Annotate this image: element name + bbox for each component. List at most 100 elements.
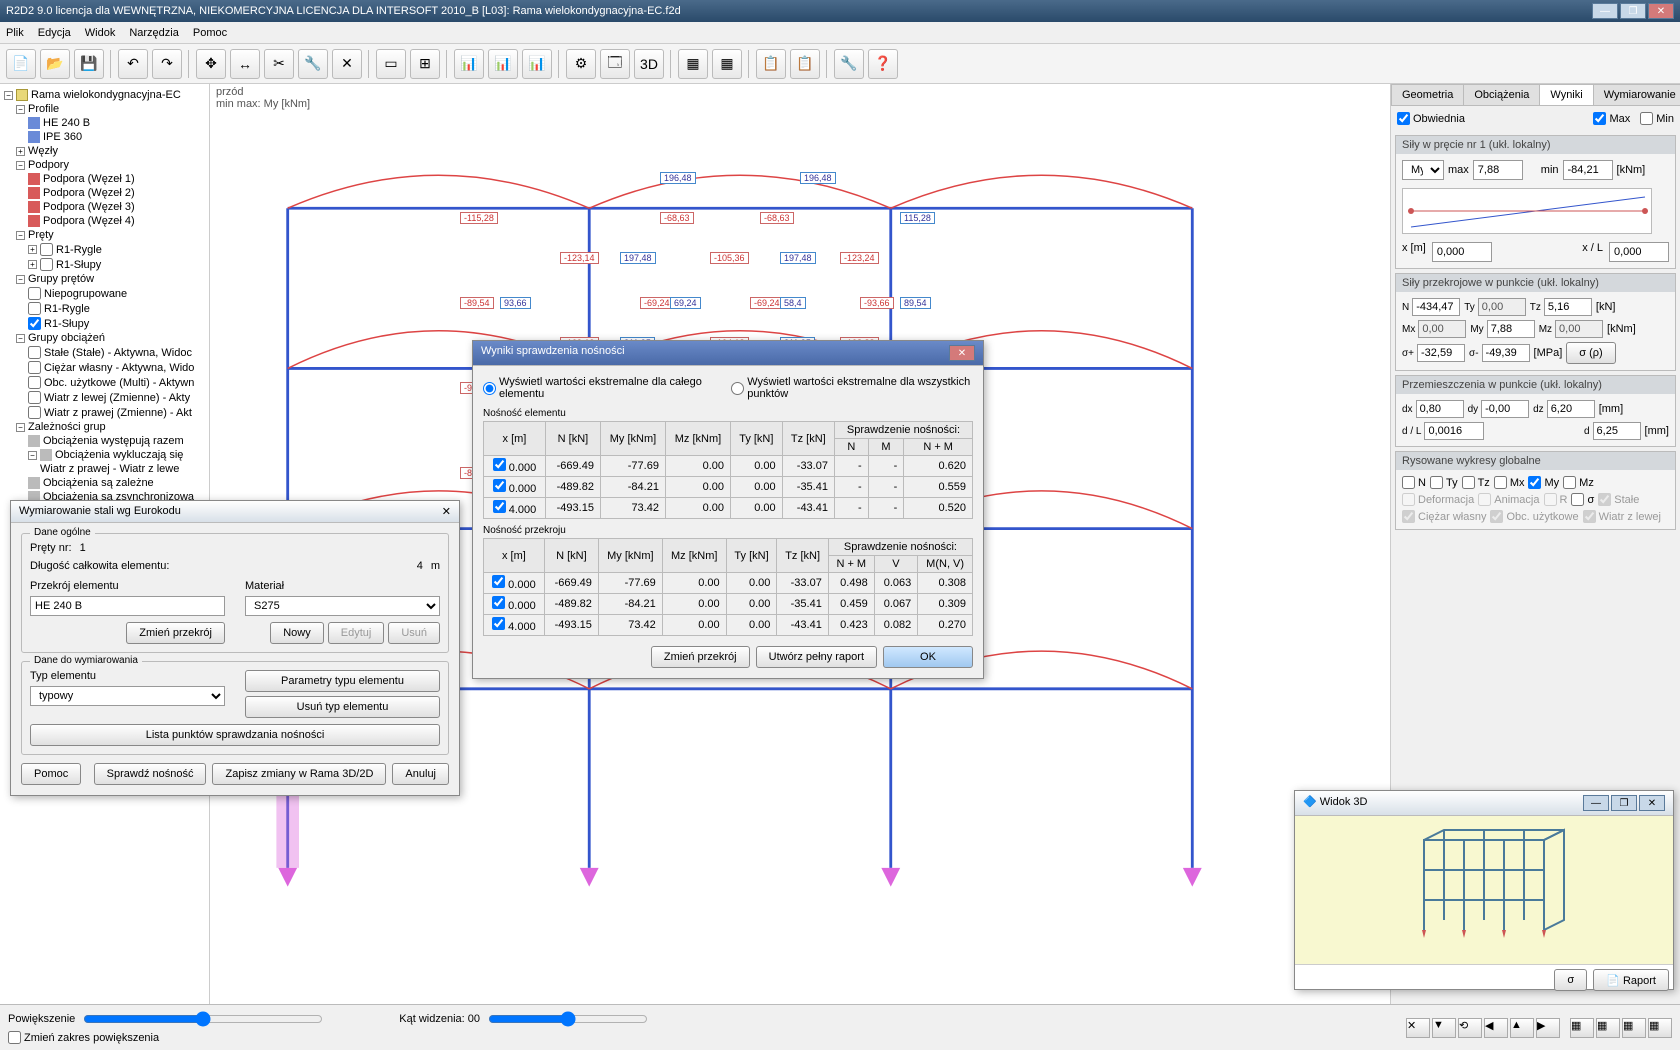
tree-checkbox[interactable] xyxy=(28,391,41,404)
tool-chart1-icon[interactable]: 📊 xyxy=(454,49,484,79)
view-button[interactable]: ▦ xyxy=(1622,1018,1646,1038)
expand-icon[interactable]: − xyxy=(16,423,25,432)
menu-file[interactable]: Plik xyxy=(6,27,24,39)
radio-element-extremes[interactable] xyxy=(483,382,496,395)
tool-redo-icon[interactable]: ↷ xyxy=(152,49,182,79)
material-select[interactable]: S275 xyxy=(245,596,440,616)
maximize-button[interactable]: ❐ xyxy=(1620,3,1646,19)
row-checkbox[interactable] xyxy=(492,575,505,588)
nav-button[interactable]: ◀ xyxy=(1484,1018,1508,1038)
expand-icon[interactable]: − xyxy=(28,451,37,460)
tree-profile[interactable]: Profile xyxy=(28,103,59,115)
save-changes-button[interactable]: Zapisz zmiany w Rama 3D/2D xyxy=(212,763,386,785)
x-field[interactable] xyxy=(1432,242,1492,262)
dL-field[interactable] xyxy=(1424,422,1484,440)
tree-checkbox[interactable] xyxy=(28,287,41,300)
menu-view[interactable]: Widok xyxy=(85,27,116,39)
min-value[interactable] xyxy=(1563,160,1613,180)
tree-load-1[interactable]: Stałe (Stałe) - Aktywna, Widoc xyxy=(44,347,192,359)
My-field[interactable] xyxy=(1487,320,1535,338)
expand-icon[interactable]: − xyxy=(16,334,25,343)
nav-button[interactable]: ▼ xyxy=(1432,1018,1456,1038)
tab-geometry[interactable]: Geometria xyxy=(1391,84,1464,105)
tool-table2-icon[interactable]: ▦ xyxy=(712,49,742,79)
menu-tools[interactable]: Narzędzia xyxy=(129,27,179,39)
close-icon[interactable]: ✕ xyxy=(442,505,451,518)
tool-help-icon[interactable]: ❓ xyxy=(868,49,898,79)
expand-icon[interactable]: − xyxy=(16,275,25,284)
cancel-button[interactable]: Anuluj xyxy=(392,763,449,785)
remove-type-button[interactable]: Usuń typ elementu xyxy=(245,696,440,718)
tab-design[interactable]: Wymiarowanie xyxy=(1593,84,1680,105)
tree-checkbox[interactable] xyxy=(28,406,41,419)
tree-supports[interactable]: Podpory xyxy=(28,159,69,171)
tree-dep-3[interactable]: Wiatr z prawej - Wiatr z lewe xyxy=(40,463,179,475)
tree-checkbox[interactable] xyxy=(28,361,41,374)
tree-grp-slupy[interactable]: R1-Słupy xyxy=(44,318,89,330)
expand-icon[interactable]: − xyxy=(16,105,25,114)
tree-r1-rygle[interactable]: R1-Rygle xyxy=(56,244,102,256)
dz-field[interactable] xyxy=(1547,400,1595,418)
chk-Mx[interactable] xyxy=(1494,476,1507,489)
new-button[interactable]: Nowy xyxy=(270,622,324,644)
ok-button[interactable]: OK xyxy=(883,646,973,668)
view-button[interactable]: ▦ xyxy=(1648,1018,1672,1038)
row-checkbox[interactable] xyxy=(492,596,505,609)
tree-r1-slupy[interactable]: R1-Słupy xyxy=(56,259,101,271)
N-field[interactable] xyxy=(1412,298,1460,316)
tree-checkbox[interactable] xyxy=(40,258,53,271)
chk-My[interactable] xyxy=(1528,476,1541,489)
tree-dep-1[interactable]: Obciążenia występują razem xyxy=(43,435,184,447)
tool-3d-icon[interactable]: 3D xyxy=(634,49,664,79)
angle-slider[interactable] xyxy=(488,1011,648,1027)
tool-undo-icon[interactable]: ↶ xyxy=(118,49,148,79)
expand-icon[interactable]: + xyxy=(16,147,25,156)
expand-icon[interactable]: − xyxy=(16,231,25,240)
change-section-button[interactable]: Zmień przekrój xyxy=(651,646,750,668)
tree-load-groups[interactable]: Grupy obciążeń xyxy=(28,332,105,344)
tree-checkbox[interactable] xyxy=(28,317,41,330)
tree-load-4[interactable]: Wiatr z lewej (Zmienne) - Akty xyxy=(44,392,190,404)
force-type-select[interactable]: My xyxy=(1402,160,1444,180)
tool-select-icon[interactable]: ▭ xyxy=(376,49,406,79)
nav-button[interactable]: ⟲ xyxy=(1458,1018,1482,1038)
row-checkbox[interactable] xyxy=(493,458,506,471)
sigma-minus-field[interactable] xyxy=(1482,344,1530,362)
tool-delete-icon[interactable]: ✕ xyxy=(332,49,362,79)
tree-bar-groups[interactable]: Grupy prętów xyxy=(28,273,94,285)
tree-ipe360[interactable]: IPE 360 xyxy=(43,131,82,143)
tool-chart2-icon[interactable]: 📊 xyxy=(488,49,518,79)
zoom-range-checkbox[interactable] xyxy=(8,1031,21,1044)
tree-grp-rygle[interactable]: R1-Rygle xyxy=(44,303,90,315)
view-button[interactable]: ▦ xyxy=(1570,1018,1594,1038)
tool-new-icon[interactable]: 📄 xyxy=(6,49,36,79)
max-checkbox[interactable] xyxy=(1593,112,1606,125)
sigma-plus-field[interactable] xyxy=(1417,344,1465,362)
menu-edit[interactable]: Edycja xyxy=(38,27,71,39)
radio-all-points[interactable] xyxy=(731,382,744,395)
envelope-checkbox[interactable] xyxy=(1397,112,1410,125)
expand-icon[interactable]: − xyxy=(16,161,25,170)
tree-checkbox[interactable] xyxy=(28,376,41,389)
expand-icon[interactable]: − xyxy=(4,91,13,100)
element-type-select[interactable]: typowy xyxy=(30,686,225,706)
maximize-icon[interactable]: ❐ xyxy=(1611,795,1637,811)
type-params-button[interactable]: Parametry typu elementu xyxy=(245,670,440,692)
tree-ungrouped[interactable]: Niepogrupowane xyxy=(44,288,127,300)
menu-help[interactable]: Pomoc xyxy=(193,27,227,39)
Tz-field[interactable] xyxy=(1544,298,1592,316)
tool-settings-icon[interactable]: 🔧 xyxy=(298,49,328,79)
tool-cut-icon[interactable]: ✂ xyxy=(264,49,294,79)
tool-wrench-icon[interactable]: 🔧 xyxy=(834,49,864,79)
tool-grid-icon[interactable]: ⊞ xyxy=(410,49,440,79)
row-checkbox[interactable] xyxy=(493,500,506,513)
tool-chart3-icon[interactable]: 📊 xyxy=(522,49,552,79)
close-icon[interactable]: ✕ xyxy=(949,345,975,361)
sigma-button[interactable]: σ xyxy=(1554,969,1587,991)
tool-report2-icon[interactable]: 📋 xyxy=(790,49,820,79)
chk-Ty[interactable] xyxy=(1430,476,1443,489)
chk-N[interactable] xyxy=(1402,476,1415,489)
tree-dep-2[interactable]: Obciążenia wykluczają się xyxy=(55,449,183,461)
tree-checkbox[interactable] xyxy=(28,346,41,359)
tool-open-icon[interactable]: 📂 xyxy=(40,49,70,79)
